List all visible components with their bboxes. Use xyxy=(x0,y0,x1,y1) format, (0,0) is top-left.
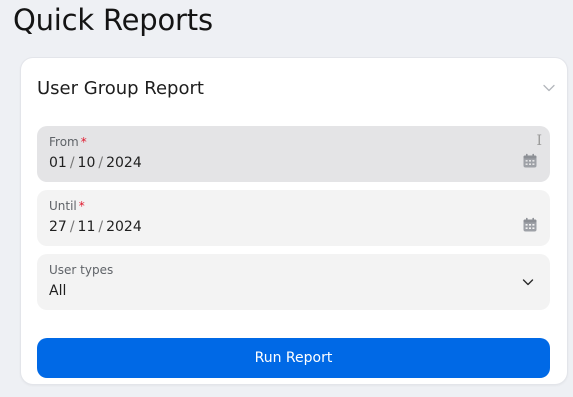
calendar-icon[interactable] xyxy=(522,153,538,169)
from-date-value[interactable]: 01 / 10 / 2024 xyxy=(49,153,538,173)
until-month[interactable]: 11 xyxy=(78,217,96,237)
user-group-report-card: User Group Report From * 01 / 10 / 2024 I xyxy=(21,58,567,384)
from-label: From * xyxy=(49,135,87,149)
date-separator: / xyxy=(69,219,75,235)
until-date-value[interactable]: 27 / 11 / 2024 xyxy=(49,217,538,237)
until-label: Until * xyxy=(49,199,85,213)
chevron-down-icon[interactable] xyxy=(520,274,536,290)
calendar-icon[interactable] xyxy=(522,217,538,233)
from-month[interactable]: 10 xyxy=(78,153,96,173)
until-year[interactable]: 2024 xyxy=(106,217,142,237)
card-title: User Group Report xyxy=(37,77,204,99)
run-report-button[interactable]: Run Report xyxy=(37,338,550,378)
required-marker: * xyxy=(78,199,85,213)
from-day[interactable]: 01 xyxy=(49,153,67,173)
date-separator: / xyxy=(98,155,104,171)
card-header[interactable]: User Group Report xyxy=(37,74,557,102)
until-day[interactable]: 27 xyxy=(49,217,67,237)
user-types-value[interactable]: All xyxy=(49,281,538,301)
from-date-field[interactable]: From * 01 / 10 / 2024 I xyxy=(37,126,550,182)
user-types-label: User types xyxy=(49,263,114,277)
page-title: Quick Reports xyxy=(13,3,213,37)
date-separator: / xyxy=(69,155,75,171)
from-year[interactable]: 2024 xyxy=(106,153,142,173)
date-separator: / xyxy=(98,219,104,235)
required-marker: * xyxy=(80,135,87,149)
text-cursor-icon: I xyxy=(536,133,542,149)
chevron-down-icon[interactable] xyxy=(541,80,557,96)
user-types-select[interactable]: User types All xyxy=(37,254,550,310)
until-date-field[interactable]: Until * 27 / 11 / 2024 xyxy=(37,190,550,246)
